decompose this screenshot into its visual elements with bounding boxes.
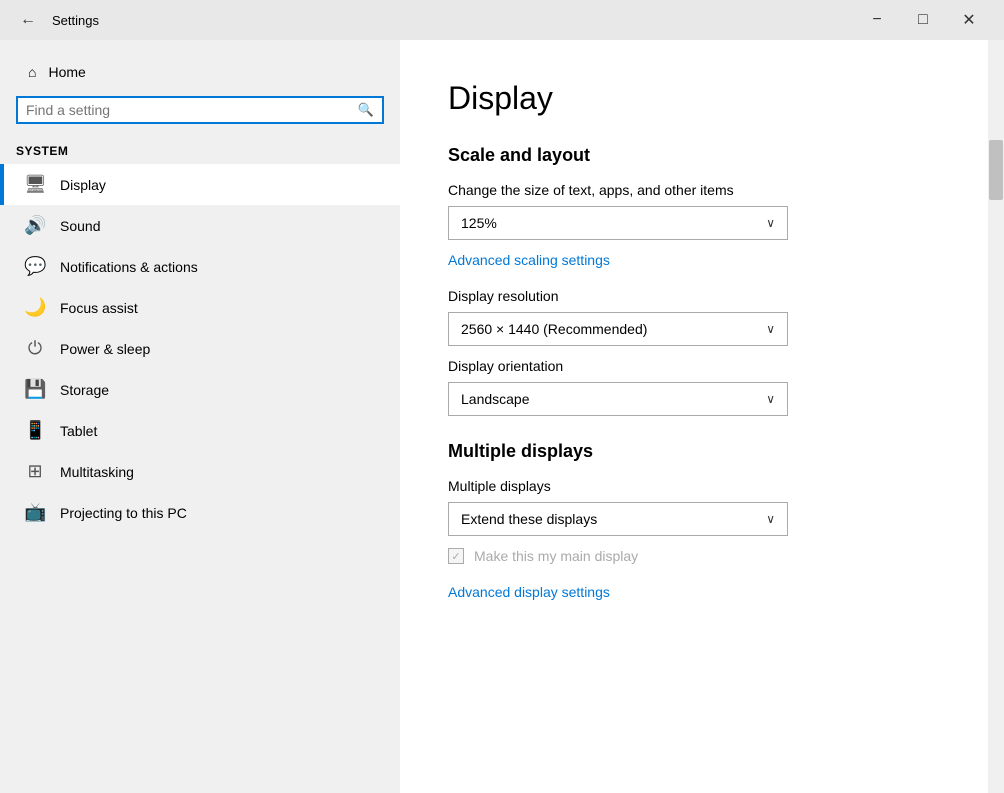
sidebar-item-focus[interactable]: 🌙 Focus assist [0, 287, 400, 328]
search-input[interactable] [26, 102, 352, 118]
titlebar-title: Settings [52, 13, 854, 28]
chevron-down-icon: ∨ [766, 392, 775, 406]
sidebar-item-label: Projecting to this PC [60, 505, 187, 521]
search-icon: 🔍 [358, 102, 374, 118]
titlebar: ← Settings − □ ✕ [0, 0, 1004, 40]
scale-dropdown[interactable]: 125% ∨ [448, 206, 788, 240]
nav-items: 🖥 Display 🔊 Sound 💬 Notifications & acti… [0, 164, 400, 533]
home-icon: ⌂ [28, 64, 36, 80]
home-label: Home [48, 64, 85, 80]
display-icon: 🖥 [24, 174, 46, 195]
close-button[interactable]: ✕ [946, 0, 992, 40]
main-display-label: Make this my main display [474, 548, 638, 564]
multiple-displays-value: Extend these displays [461, 511, 597, 527]
content-area: Display Scale and layout Change the size… [400, 40, 988, 793]
advanced-scaling-link[interactable]: Advanced scaling settings [448, 252, 610, 268]
sidebar-item-storage[interactable]: 💾 Storage [0, 369, 400, 410]
sidebar: ⌂ Home 🔍 System 🖥 Display 🔊 Sound 💬 Noti… [0, 40, 400, 793]
advanced-display-link[interactable]: Advanced display settings [448, 584, 610, 600]
scrollbar-thumb[interactable] [989, 140, 1003, 200]
sidebar-item-multitasking[interactable]: ⊞ Multitasking [0, 451, 400, 492]
sidebar-item-display[interactable]: 🖥 Display [0, 164, 400, 205]
sidebar-item-sound[interactable]: 🔊 Sound [0, 205, 400, 246]
scale-value: 125% [461, 215, 497, 231]
sidebar-top: ⌂ Home 🔍 [0, 40, 400, 132]
storage-icon: 💾 [24, 379, 46, 400]
sidebar-item-label: Sound [60, 218, 100, 234]
projecting-icon: 📺 [24, 502, 46, 523]
orientation-label: Display orientation [448, 358, 940, 374]
scale-label: Change the size of text, apps, and other… [448, 182, 940, 198]
sidebar-item-notifications[interactable]: 💬 Notifications & actions [0, 246, 400, 287]
maximize-button[interactable]: □ [900, 0, 946, 40]
multiple-displays-label: Multiple displays [448, 478, 940, 494]
sidebar-item-power[interactable]: ⏻ Power & sleep [0, 328, 400, 369]
main-display-checkbox[interactable]: ✓ [448, 548, 464, 564]
orientation-dropdown[interactable]: Landscape ∨ [448, 382, 788, 416]
sidebar-item-label: Tablet [60, 423, 97, 439]
scale-section-title: Scale and layout [448, 145, 940, 166]
chevron-down-icon: ∨ [766, 216, 775, 230]
power-icon: ⏻ [24, 338, 46, 359]
orientation-value: Landscape [461, 391, 530, 407]
divider [448, 428, 940, 429]
minimize-button[interactable]: − [854, 0, 900, 40]
tablet-icon: 📱 [24, 420, 46, 441]
sidebar-section-label: System [0, 132, 400, 164]
multiple-displays-dropdown[interactable]: Extend these displays ∨ [448, 502, 788, 536]
resolution-value: 2560 × 1440 (Recommended) [461, 321, 647, 337]
sound-icon: 🔊 [24, 215, 46, 236]
page-title: Display [448, 80, 940, 117]
home-button[interactable]: ⌂ Home [16, 56, 384, 88]
notifications-icon: 💬 [24, 256, 46, 277]
sidebar-item-label: Display [60, 177, 106, 193]
sidebar-item-label: Storage [60, 382, 109, 398]
sidebar-item-label: Notifications & actions [60, 259, 198, 275]
resolution-dropdown[interactable]: 2560 × 1440 (Recommended) ∨ [448, 312, 788, 346]
checkbox-checkmark: ✓ [451, 550, 460, 563]
scrollbar-track[interactable] [988, 40, 1004, 793]
search-box: 🔍 [16, 96, 384, 124]
sidebar-item-label: Focus assist [60, 300, 138, 316]
back-icon: ← [20, 11, 36, 28]
multitasking-icon: ⊞ [24, 461, 46, 482]
chevron-down-icon: ∨ [766, 322, 775, 336]
chevron-down-icon: ∨ [766, 512, 775, 526]
main-display-row: ✓ Make this my main display [448, 548, 940, 564]
sidebar-item-projecting[interactable]: 📺 Projecting to this PC [0, 492, 400, 533]
window-controls: − □ ✕ [854, 0, 992, 40]
sidebar-item-label: Power & sleep [60, 341, 150, 357]
back-button[interactable]: ← [12, 7, 44, 33]
sidebar-item-tablet[interactable]: 📱 Tablet [0, 410, 400, 451]
focus-icon: 🌙 [24, 297, 46, 318]
main-layout: ⌂ Home 🔍 System 🖥 Display 🔊 Sound 💬 Noti… [0, 40, 1004, 793]
multiple-displays-section-title: Multiple displays [448, 441, 940, 462]
resolution-label: Display resolution [448, 288, 940, 304]
sidebar-item-label: Multitasking [60, 464, 134, 480]
